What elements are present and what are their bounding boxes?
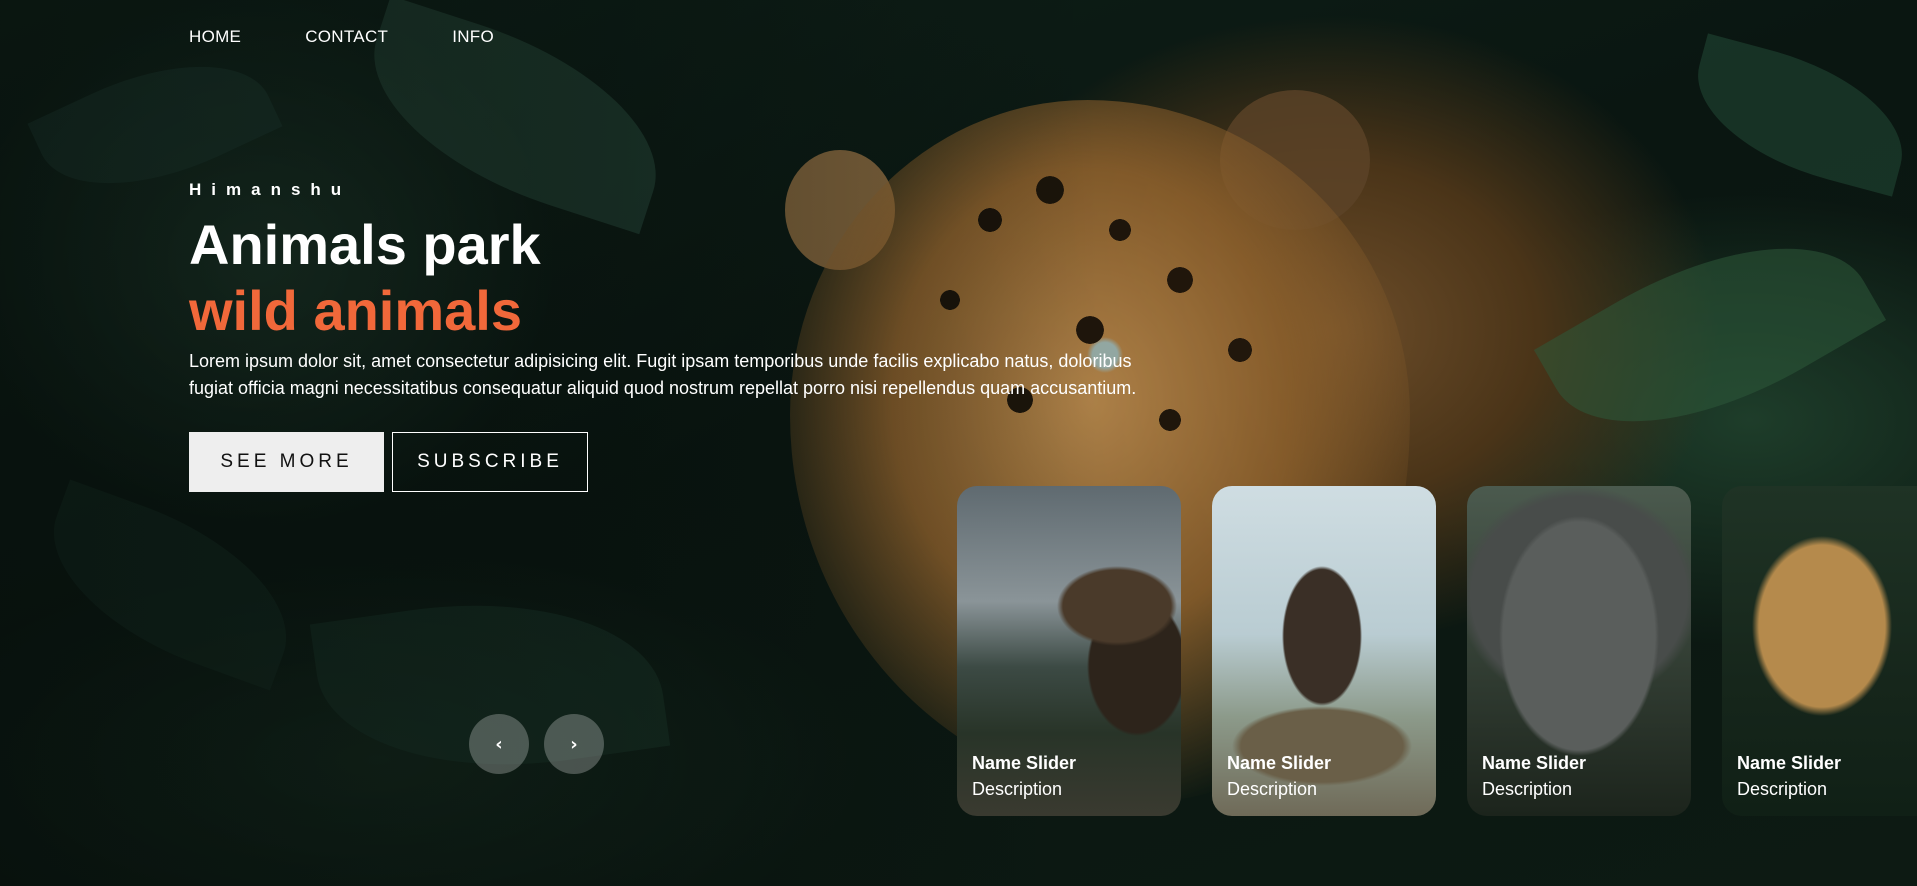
nav-info-link[interactable]: INFO	[452, 27, 494, 47]
nav-home-link[interactable]: HOME	[189, 27, 241, 47]
hero-title: Animals park	[189, 213, 541, 276]
hero-description: Lorem ipsum dolor sit, amet consectetur …	[189, 351, 1137, 398]
thumbnail-description: Description	[1482, 779, 1573, 799]
thumbnail-item[interactable]: Name Slider Description	[1722, 486, 1917, 816]
hero-buttons: SEE MORE SUBSCRIBE	[189, 432, 1149, 492]
thumbnail-name: Name Slider	[1737, 753, 1842, 773]
author-name: Himanshu	[189, 180, 352, 199]
thumbnail-item[interactable]: Name Slider Description	[957, 486, 1181, 816]
subscribe-button[interactable]: SUBSCRIBE	[392, 432, 588, 492]
thumbnail-info: Name Slider Description	[1482, 750, 1586, 802]
thumbnail-item[interactable]: Name Slider Description	[1212, 486, 1436, 816]
thumbnail-description: Description	[1737, 779, 1828, 799]
hero-slider: HOME CONTACT INFO Himanshu Animals park …	[0, 0, 1917, 886]
thumbnail-list: Name Slider Description Name Slider Desc…	[957, 486, 1917, 816]
thumbnail-info: Name Slider Description	[1737, 750, 1841, 802]
leaf-decoration	[1679, 33, 1917, 197]
thumbnail-name: Name Slider	[1227, 753, 1332, 773]
see-more-button[interactable]: SEE MORE	[189, 432, 384, 492]
thumbnail-info: Name Slider Description	[1227, 750, 1331, 802]
next-arrow-button[interactable]: ›	[544, 714, 604, 774]
leaf-decoration	[1533, 190, 1887, 480]
chevron-left-icon: ‹	[495, 733, 503, 755]
thumbnail-description: Description	[1227, 779, 1318, 799]
thumbnail-item[interactable]: Name Slider Description	[1467, 486, 1691, 816]
thumbnail-description: Description	[972, 779, 1063, 799]
hero-topic: wild animals	[189, 279, 522, 342]
top-nav: HOME CONTACT INFO	[189, 27, 558, 47]
prev-arrow-button[interactable]: ‹	[469, 714, 529, 774]
chevron-right-icon: ›	[570, 733, 578, 755]
nav-contact-link[interactable]: CONTACT	[305, 27, 388, 47]
slider-arrows: ‹ ›	[469, 714, 619, 774]
thumbnail-info: Name Slider Description	[972, 750, 1076, 802]
thumbnail-name: Name Slider	[972, 753, 1077, 773]
thumbnail-name: Name Slider	[1482, 753, 1587, 773]
hero-content: Himanshu Animals park wild animals Lorem…	[189, 180, 1149, 492]
